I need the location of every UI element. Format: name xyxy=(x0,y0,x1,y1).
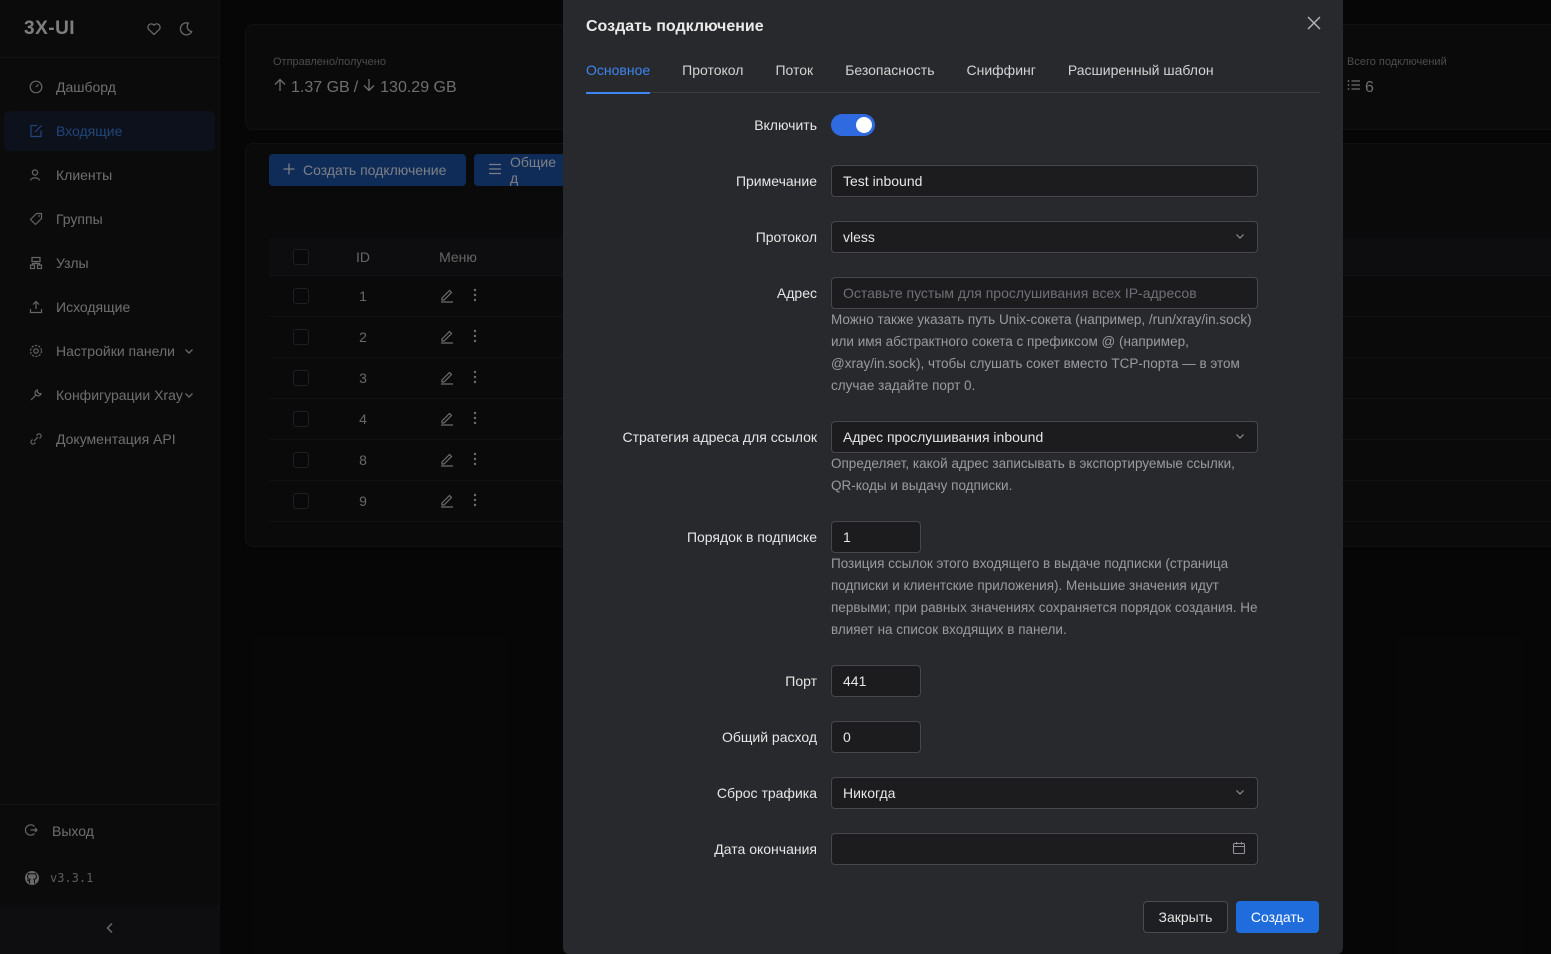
chevron-down-icon xyxy=(1234,429,1246,445)
protocol-label: Протокол xyxy=(755,229,817,245)
sub-order-label: Порядок в подписке xyxy=(686,529,817,545)
enable-toggle[interactable] xyxy=(831,114,875,136)
traffic-reset-row: Сброс трафика Никогда xyxy=(563,777,1343,809)
link-strategy-value: Адрес прослушивания inbound xyxy=(843,429,1044,445)
link-strategy-select[interactable]: Адрес прослушивания inbound xyxy=(831,421,1258,453)
address-input[interactable]: Оставьте пустым для прослушивания всех I… xyxy=(831,277,1258,309)
expiry-label: Дата окончания xyxy=(714,841,817,857)
chevron-down-icon xyxy=(1234,229,1246,245)
total-row: Общий расход 0 xyxy=(563,721,1343,753)
remark-row: Примечание Test inbound xyxy=(563,165,1343,197)
create-inbound-modal: Создать подключение Основное Протокол По… xyxy=(563,0,1343,954)
link-strategy-label: Стратегия адреса для ссылок xyxy=(622,429,817,445)
traffic-reset-select[interactable]: Никогда xyxy=(831,777,1258,809)
sub-order-row: Порядок в подписке 1 Позиция ссылок этог… xyxy=(563,521,1343,645)
expiry-row: Дата окончания xyxy=(563,833,1343,865)
link-strategy-help: Определяет, какой адрес записывать в экс… xyxy=(831,456,1235,493)
tab-security[interactable]: Безопасность xyxy=(845,52,934,93)
address-help: Можно также указать путь Unix-сокета (на… xyxy=(831,312,1252,393)
address-label: Адрес xyxy=(776,285,817,301)
tab-advanced-template[interactable]: Расширенный шаблон xyxy=(1068,52,1214,93)
calendar-icon xyxy=(1232,841,1246,858)
total-input[interactable]: 0 xyxy=(831,721,921,753)
protocol-select[interactable]: vless xyxy=(831,221,1258,253)
traffic-reset-label: Сброс трафика xyxy=(716,785,817,801)
protocol-row: Протокол vless xyxy=(563,221,1343,253)
close-icon[interactable] xyxy=(1305,14,1323,32)
total-label: Общий расход xyxy=(721,729,817,745)
tab-protocol[interactable]: Протокол xyxy=(682,52,743,93)
port-label: Порт xyxy=(785,673,817,689)
expiry-date-picker[interactable] xyxy=(831,833,1258,865)
sub-order-help: Позиция ссылок этого входящего в выдаче … xyxy=(831,556,1258,637)
tab-stream[interactable]: Поток xyxy=(775,52,813,93)
tab-basic[interactable]: Основное xyxy=(586,52,651,94)
address-row: Адрес Оставьте пустым для прослушивания … xyxy=(563,277,1343,397)
remark-input[interactable]: Test inbound xyxy=(831,165,1258,197)
chevron-down-icon xyxy=(1234,785,1246,801)
port-input[interactable]: 441 xyxy=(831,665,921,697)
remark-label: Примечание xyxy=(735,173,817,189)
link-strategy-row: Стратегия адреса для ссылок Адрес прослу… xyxy=(563,421,1343,501)
port-row: Порт 441 xyxy=(563,665,1343,697)
protocol-value: vless xyxy=(843,229,875,245)
tab-sniffing[interactable]: Сниффинг xyxy=(967,52,1036,93)
modal-title: Создать подключение xyxy=(586,18,764,35)
enable-row: Включить xyxy=(563,114,1343,136)
enable-label: Включить xyxy=(754,117,817,133)
close-button[interactable]: Закрыть xyxy=(1143,901,1228,933)
traffic-reset-value: Никогда xyxy=(843,785,896,801)
create-button[interactable]: Создать xyxy=(1236,901,1319,933)
sub-order-input[interactable]: 1 xyxy=(831,521,921,553)
modal-tabs: Основное Протокол Поток Безопасность Сни… xyxy=(586,52,1320,94)
